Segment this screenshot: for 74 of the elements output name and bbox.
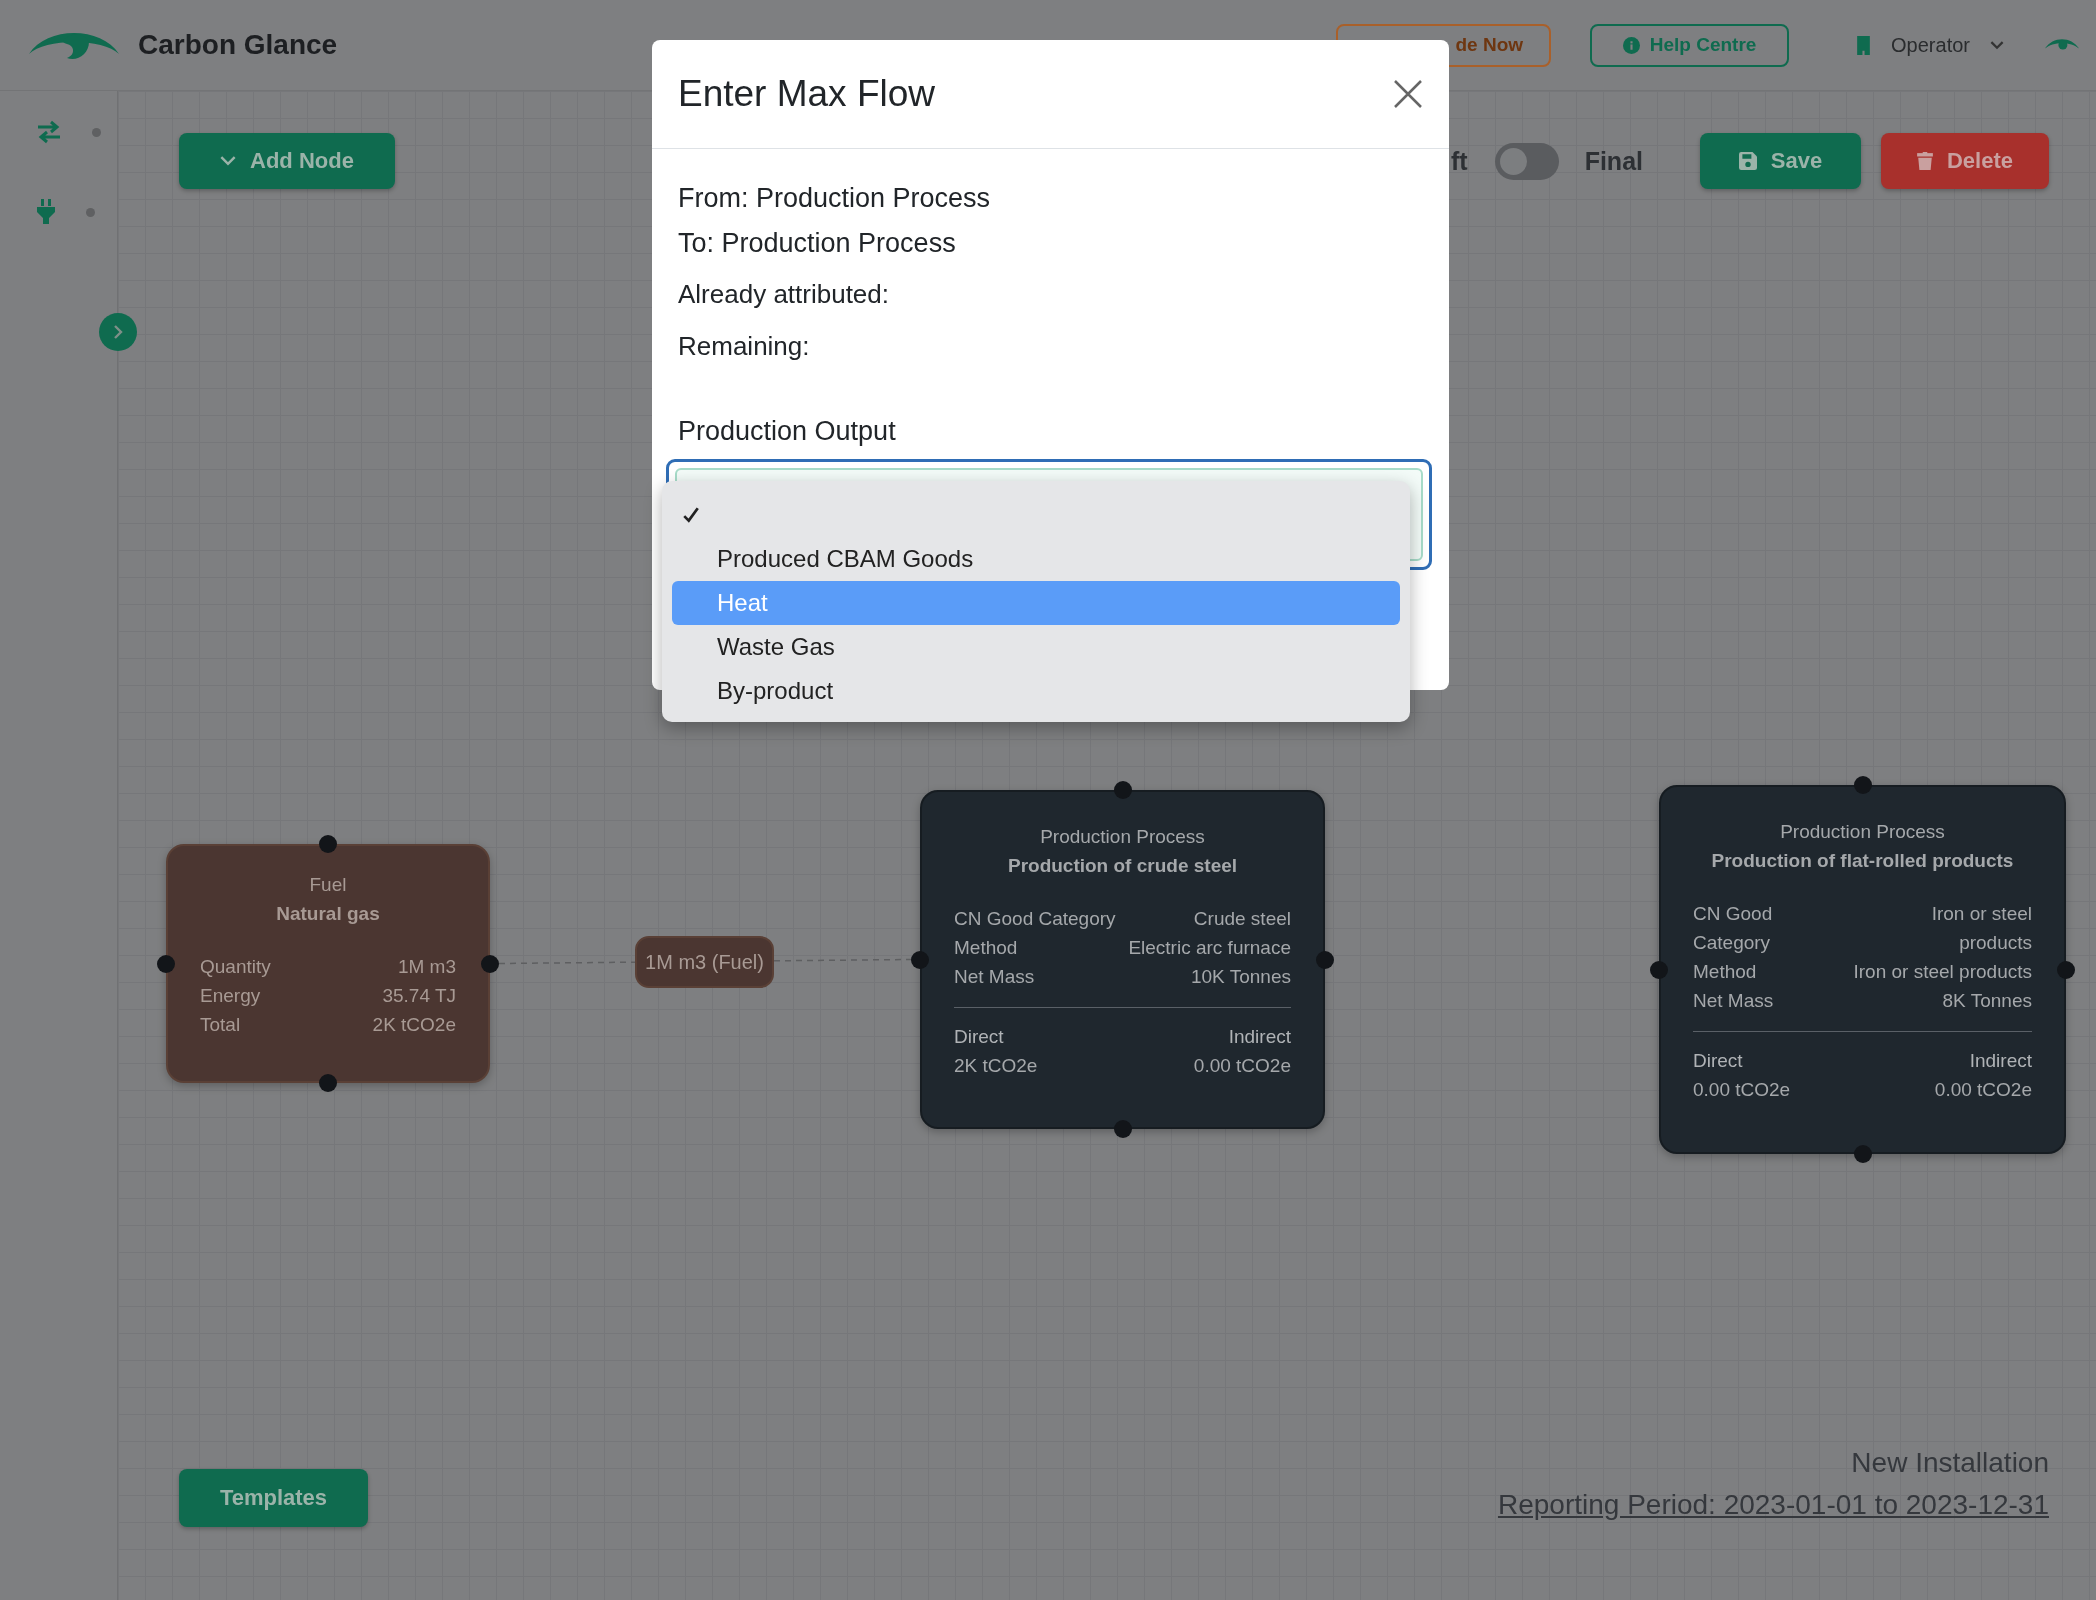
fuel-node[interactable]: Fuel Natural gas Quantity 1M m3 Energy 35.74 TJ Total 2K tCO2e — [166, 844, 490, 1083]
field-label: Net Mass — [954, 965, 1035, 989]
emission-label: Indirect — [1228, 1025, 1291, 1049]
node-name: Production of flat-rolled products — [1710, 849, 2015, 873]
to-text: To: Production Process — [678, 228, 956, 259]
field-label: Production Output — [678, 416, 896, 447]
field-label: Method — [954, 936, 1018, 960]
dropdown-option[interactable]: Waste Gas — [672, 625, 1400, 669]
chevron-down-icon — [220, 156, 237, 166]
close-icon[interactable] — [1393, 79, 1423, 109]
field-value: 10K Tonnes — [1191, 965, 1291, 989]
toggle-label: Final — [1584, 146, 1643, 176]
already-attributed-text: Already attributed: — [678, 279, 889, 310]
trash-icon — [1916, 152, 1933, 170]
field-label: Method — [1693, 960, 1757, 984]
field-label: Net Mass — [1693, 989, 1774, 1013]
emission-label: Indirect — [1969, 1049, 2032, 1073]
field-value: Iron or steel products — [1930, 902, 2032, 955]
brand-name: Carbon Glance — [138, 29, 338, 61]
node-name: Natural gas — [275, 902, 381, 926]
field-value: Electric arc furnace — [1128, 936, 1291, 960]
connection-handle[interactable] — [1650, 960, 1668, 979]
field-value: 8K Tonnes — [1942, 989, 2032, 1013]
edge-label[interactable]: 1M m3 (Fuel) — [635, 936, 774, 988]
toggle-label: ft — [1451, 146, 1468, 176]
checkmark-icon — [682, 506, 700, 524]
reporting-period-link[interactable]: Reporting Period: 2023-01-01 to 2023-12-31 — [1497, 1489, 2049, 1521]
field-label: Total — [200, 1013, 241, 1037]
field-value: 1M m3 — [397, 955, 456, 979]
emission-value: 0.00 tCO2e — [1193, 1054, 1291, 1078]
templates-button[interactable]: Templates — [179, 1469, 368, 1527]
emission-value: 2K tCO2e — [954, 1054, 1038, 1078]
emission-label: Direct — [1693, 1049, 1744, 1073]
field-label: CN Good Category — [954, 907, 1116, 931]
dialog-title: Enter Max Flow — [678, 73, 935, 115]
field-value: Crude steel — [1193, 907, 1291, 931]
chevron-right-icon — [113, 324, 123, 340]
add-node-button[interactable]: Add Node — [179, 133, 395, 189]
info-icon — [1622, 36, 1640, 54]
field-value: Iron or steel products — [1853, 960, 2032, 984]
field-label: Quantity — [200, 955, 271, 979]
building-icon — [1856, 35, 1872, 55]
field-label: Energy — [200, 984, 261, 1008]
connection-handle[interactable] — [157, 954, 175, 973]
node-type: Production Process — [1039, 825, 1206, 849]
delete-button[interactable]: Delete — [1881, 133, 2049, 189]
node-type: Production Process — [1779, 820, 1946, 844]
chevron-down-icon[interactable] — [1990, 40, 2004, 50]
field-value: 2K tCO2e — [372, 1013, 456, 1037]
status-dot — [86, 207, 95, 217]
dropdown-option[interactable]: By-product — [672, 669, 1400, 713]
node-type: Fuel — [308, 873, 348, 897]
node-name: Production of crude steel — [1006, 854, 1239, 878]
user-menu[interactable]: Operator — [1887, 33, 1974, 57]
dropdown-option[interactable]: Produced CBAM Goods — [672, 537, 1400, 581]
remaining-text: Remaining: — [678, 331, 810, 362]
connection-handle[interactable] — [319, 1074, 337, 1092]
emission-value: 0.00 tCO2e — [1934, 1078, 2032, 1102]
field-label: CN Good Category — [1693, 902, 1774, 955]
connection-handle[interactable] — [319, 835, 337, 853]
status-dot — [92, 127, 101, 137]
field-value: 35.74 TJ — [382, 984, 456, 1008]
connection-handle[interactable] — [1113, 781, 1132, 799]
process-node[interactable]: Production Process Production of flat-rolled products CN Good Category Iron or steel products Method Iron or steel products Net Mass 8K Tonnes Direct 0.00 tCO2e Indirect 0.00 tCO2e — [1659, 785, 2066, 1154]
emission-value: 0.00 tCO2e — [1693, 1078, 1791, 1102]
save-button[interactable]: Save — [1700, 133, 1861, 189]
status-toggle[interactable] — [1494, 142, 1559, 180]
dropdown-option[interactable]: Heat — [672, 581, 1400, 625]
from-text: From: Production Process — [678, 183, 991, 214]
emission-label: Direct — [954, 1025, 1005, 1049]
process-node[interactable]: Production Process Production of crude steel CN Good Category Crude steel Method Electric arc furnace Net Mass 10K Tonnes Direct 2K tCO2e Indirect 0.00 tCO2e — [920, 790, 1325, 1129]
connection-handle[interactable] — [911, 950, 929, 969]
installation-name: New Installation — [1851, 1447, 2049, 1479]
connection-handle[interactable] — [1853, 776, 1872, 794]
